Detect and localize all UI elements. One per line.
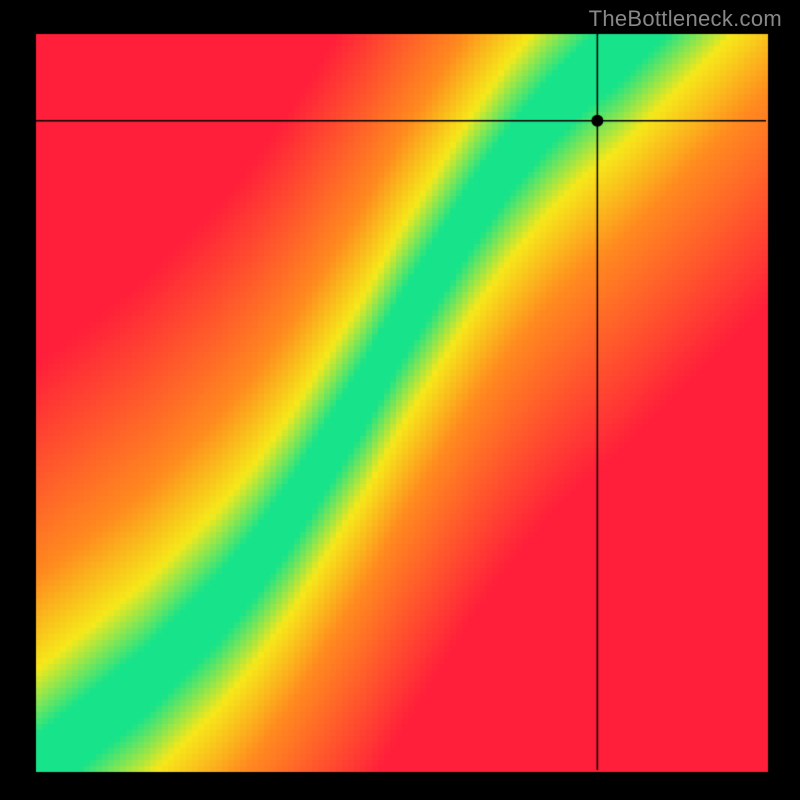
bottleneck-heatmap <box>0 0 800 800</box>
attribution-label: TheBottleneck.com <box>589 6 782 32</box>
chart-container: TheBottleneck.com <box>0 0 800 800</box>
